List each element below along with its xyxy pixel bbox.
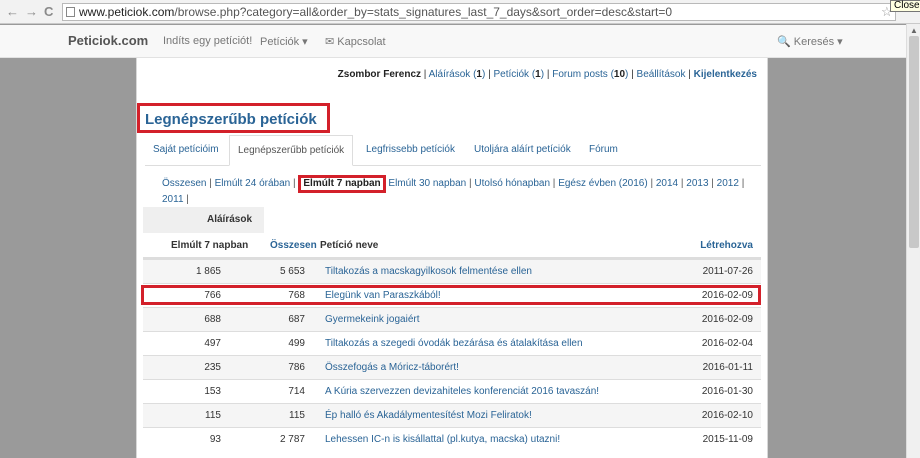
filter-year-2016[interactable]: Egész évben (2016) — [558, 178, 648, 189]
signatures-total: 499 — [288, 338, 305, 349]
page-title: Legnépszerűbb petíciók — [145, 111, 317, 128]
petitions-count: 1 — [535, 69, 541, 80]
signatures-7days: 497 — [204, 338, 221, 349]
tab-last-signed[interactable]: Utoljára aláírt petíciók — [474, 135, 571, 166]
created-date: 2016-02-09 — [701, 314, 753, 325]
page-title-highlight: Legnépszerűbb petíciók — [137, 103, 330, 133]
filter-all[interactable]: Összesen — [162, 178, 206, 189]
page-icon — [66, 7, 75, 17]
filter-2012[interactable]: 2012 — [717, 178, 739, 189]
logout-link[interactable]: Kijelentkezés — [694, 69, 757, 80]
created-date: 2016-02-04 — [701, 338, 753, 349]
forum-count: 10 — [613, 69, 626, 80]
signatures-count: 1 — [476, 69, 482, 80]
forward-icon[interactable]: → — [25, 4, 38, 20]
created-date: 2011-07-26 — [702, 266, 753, 277]
table-row: 153 714 A Kúria szervezzen devizahiteles k… — [143, 379, 761, 403]
main-content: Zsombor Ferencz | Aláírások (1) | Petíci… — [136, 58, 768, 458]
filter-2011[interactable]: 2011 — [162, 194, 184, 205]
filter-30days[interactable]: Elmúlt 30 napban — [388, 178, 466, 189]
url-path: /browse.php?category=all&order_by=stats_… — [174, 5, 673, 19]
scroll-up-icon[interactable]: ▲ — [910, 26, 918, 35]
table-header: Elmúlt 7 napban Összesen Petíció neve Lé… — [143, 233, 761, 259]
forum-label: Forum posts — [552, 69, 608, 80]
tab-forum[interactable]: Fórum — [589, 135, 618, 166]
col-header-created[interactable]: Létrehozva — [700, 233, 753, 259]
table-row: 1 865 5 653 Tiltakozás a macskagyilkosok f… — [143, 259, 761, 283]
signatures-7days: 1 865 — [195, 266, 221, 277]
signatures-label: Aláírások — [428, 69, 471, 80]
created-date: 2016-01-11 — [702, 362, 753, 373]
petition-name-link[interactable]: Lehessen IC-n is kisállattal (pl.kutya, … — [325, 428, 560, 451]
tab-newest[interactable]: Legfrissebb petíciók — [366, 135, 455, 166]
signatures-total: 786 — [288, 362, 305, 373]
close-tooltip: Close — [890, 0, 920, 12]
address-bar[interactable]: www.peticiok.com/browse.php?category=all… — [62, 3, 896, 21]
back-icon[interactable]: ← — [6, 4, 19, 20]
col-header-7days: Elmúlt 7 napban — [171, 240, 249, 251]
table-row: 115 115 Ép halló és Akadálymentesítést Moz… — [143, 403, 761, 427]
user-petitions-link[interactable]: Petíciók (1) — [493, 69, 544, 80]
signatures-7days: 93 — [209, 434, 221, 445]
table-row: 688 687 Gyermekeink jogaiért 2016-02-09 — [143, 307, 761, 331]
petition-name-link[interactable]: A Kúria szervezzen devizahiteles konfere… — [325, 380, 599, 403]
signatures-group-header: Aláírások — [143, 207, 264, 233]
highlighted-row-outline — [141, 285, 761, 305]
signatures-total: 687 — [288, 314, 305, 325]
scrollbar-thumb[interactable] — [909, 36, 919, 248]
nav-petitions-dropdown[interactable]: Petíciók ▾ — [260, 35, 308, 48]
site-brand[interactable]: Peticiok.com — [68, 33, 148, 48]
reload-icon[interactable]: C — [44, 4, 53, 20]
signatures-7days: 153 — [204, 386, 221, 397]
signatures-7days: 115 — [205, 410, 221, 421]
petition-name-link[interactable]: Gyermekeink jogaiért — [325, 308, 419, 331]
filter-2014[interactable]: 2014 — [656, 178, 678, 189]
signatures-total: 5 653 — [279, 266, 305, 277]
created-date: 2016-01-30 — [701, 386, 753, 397]
user-name: Zsombor Ferencz — [337, 69, 422, 80]
table-row: 235 786 Összefogás a Móricz-táborért! 2016-… — [143, 355, 761, 379]
page-scrollbar[interactable]: ▲ — [906, 24, 920, 458]
col-header-name: Petíció neve — [320, 240, 379, 251]
table-row: 93 2 787 Lehessen IC-n is kisállattal (pl.… — [143, 427, 761, 451]
petition-name-link[interactable]: Összefogás a Móricz-táborért! — [325, 356, 459, 379]
filter-last-month[interactable]: Utolsó hónapban — [474, 178, 550, 189]
user-bar: Zsombor Ferencz | Aláírások (1) | Petíci… — [337, 69, 757, 80]
site-navbar: Peticiok.com Indíts egy petíciót! Petíci… — [0, 25, 906, 58]
filter-24h[interactable]: Elmúlt 24 órában — [215, 178, 291, 189]
created-date: 2015-11-09 — [702, 434, 753, 445]
filter-2013[interactable]: 2013 — [686, 178, 708, 189]
signatures-7days: 235 — [204, 362, 221, 373]
signatures-7days: 688 — [204, 314, 221, 325]
browser-toolbar: ← → C www.peticiok.com/browse.php?catego… — [0, 0, 920, 24]
nav-start-petition[interactable]: Indíts egy petíciót! — [163, 35, 252, 47]
nav-contact[interactable]: ✉ Kapcsolat — [325, 35, 386, 48]
petitions-label: Petíciók — [493, 69, 530, 80]
tab-own-petitions[interactable]: Saját petícióim — [153, 135, 219, 166]
user-signatures-link[interactable]: Aláírások (1) — [429, 69, 486, 80]
tab-bar: Saját petícióim Legnépszerűbb petíciók L… — [145, 135, 761, 166]
nav-search-dropdown[interactable]: 🔍 Keresés ▾ — [777, 35, 843, 48]
url-host: www.peticiok.com — [79, 5, 175, 19]
signatures-total: 2 787 — [279, 434, 305, 445]
user-forum-link[interactable]: Forum posts (10) — [552, 69, 628, 80]
petition-name-link[interactable]: Tiltakozás a szegedi óvodák bezárása és … — [325, 332, 583, 355]
signatures-total: 115 — [289, 410, 305, 421]
petition-name-link[interactable]: Tiltakozás a macskagyilkosok felmentése … — [325, 260, 532, 283]
petition-name-link[interactable]: Ép halló és Akadálymentesítést Mozi Feli… — [325, 404, 532, 427]
user-settings-link[interactable]: Beállítások — [637, 69, 686, 80]
table-row: 497 499 Tiltakozás a szegedi óvodák bezárá… — [143, 331, 761, 355]
signatures-total: 714 — [288, 386, 305, 397]
created-date: 2016-02-10 — [701, 410, 753, 421]
tab-most-popular[interactable]: Legnépszerűbb petíciók — [229, 135, 354, 166]
filter-7days-active[interactable]: Elmúlt 7 napban — [298, 175, 386, 193]
col-header-total[interactable]: Összesen — [270, 233, 317, 259]
